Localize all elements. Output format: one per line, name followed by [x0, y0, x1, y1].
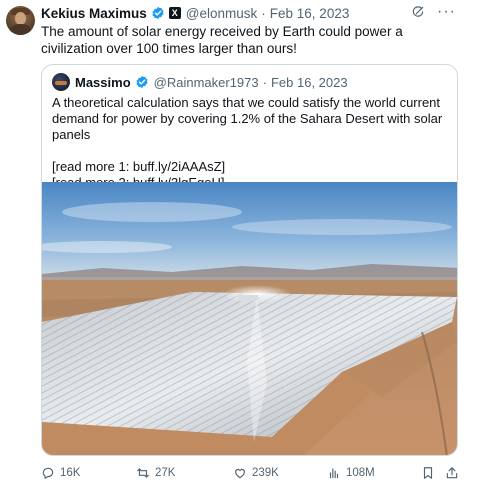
like-count: 239K: [252, 467, 279, 479]
share-button[interactable]: [445, 466, 459, 480]
tweet-top-actions: ···: [411, 4, 456, 20]
quote-body: A theoretical calculation says that we c…: [52, 95, 452, 191]
views-icon: [329, 468, 339, 479]
solar-plant-photo: [42, 182, 457, 455]
repost-button[interactable]: 27K: [136, 466, 175, 480]
views-button[interactable]: 108M: [327, 466, 375, 480]
verified-badge-icon: [152, 6, 164, 20]
header-separator: ·: [261, 5, 266, 21]
tweet-text: The amount of solar energy received by E…: [41, 24, 403, 56]
quote-link-1[interactable]: [read more 1: buff.ly/2iAAAsZ]: [52, 159, 452, 175]
author-avatar[interactable]: [6, 6, 35, 35]
like-button[interactable]: 239K: [233, 466, 279, 480]
tweet-actions: 16K 27K 239K 108M: [41, 466, 461, 484]
more-icon[interactable]: ···: [437, 4, 456, 20]
quote-header-separator: ·: [262, 74, 267, 90]
views-count: 108M: [346, 467, 375, 479]
tweet-date[interactable]: Feb 16, 2023: [270, 6, 350, 21]
author-handle[interactable]: @elonmusk: [186, 6, 257, 21]
author-name[interactable]: Kekius Maximus: [41, 6, 147, 21]
quote-text: A theoretical calculation says that we c…: [52, 95, 443, 142]
quote-photo[interactable]: [42, 182, 457, 455]
reply-icon: [42, 467, 54, 479]
bookmark-button[interactable]: [421, 466, 435, 480]
quote-verified-badge-icon: [136, 75, 148, 89]
quote-header: Massimo @Rainmaker1973 · Feb 16, 2023: [52, 73, 348, 91]
quote-author-name[interactable]: Massimo: [75, 75, 131, 90]
reply-count: 16K: [60, 467, 81, 479]
x-affiliate-badge-icon: X: [168, 7, 181, 19]
quote-date[interactable]: Feb 16, 2023: [271, 75, 348, 90]
like-icon: [235, 468, 245, 479]
tweet[interactable]: Kekius Maximus X @elonmusk · Feb 16, 202…: [0, 0, 478, 489]
share-icon: [446, 467, 458, 479]
repost-icon: [137, 468, 149, 478]
quoted-tweet[interactable]: Massimo @Rainmaker1973 · Feb 16, 2023 A …: [41, 64, 458, 456]
reply-button[interactable]: 16K: [41, 466, 80, 480]
quote-author-handle[interactable]: @Rainmaker1973: [154, 75, 259, 90]
tweet-header: Kekius Maximus X @elonmusk · Feb 16, 202…: [41, 5, 349, 21]
bookmark-icon: [423, 467, 433, 479]
grok-icon[interactable]: [411, 5, 425, 19]
repost-count: 27K: [155, 467, 176, 479]
quote-author-avatar[interactable]: [52, 73, 70, 91]
